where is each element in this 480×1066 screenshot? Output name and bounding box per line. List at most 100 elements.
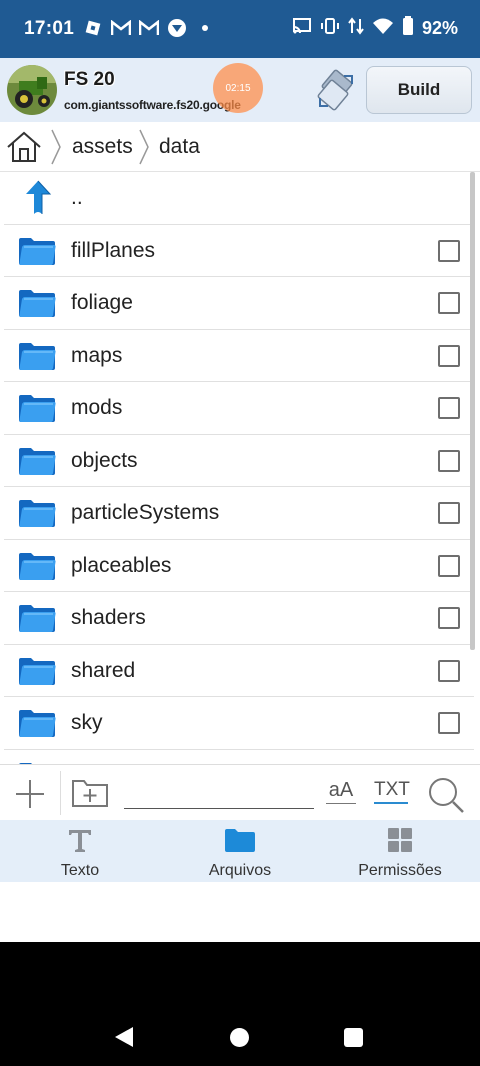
tab-permissoes[interactable]: Permissões: [320, 820, 480, 882]
battery-icon: [402, 16, 414, 41]
folder-row[interactable]: objects: [4, 435, 474, 487]
up-arrow-icon: [26, 180, 52, 214]
notification-icons: [82, 18, 216, 38]
folder-row[interactable]: placeables: [4, 540, 474, 592]
folder-icon: [19, 500, 56, 527]
search-icon: [429, 778, 464, 813]
system-icons: 92%: [292, 16, 458, 41]
font-size-toggle[interactable]: aA: [326, 779, 356, 804]
empty-area: [0, 882, 480, 942]
select-checkbox[interactable]: [438, 397, 460, 419]
plus-icon: [16, 780, 44, 808]
txt-filter-toggle[interactable]: TXT: [374, 779, 410, 804]
folder-row[interactable]: shaders: [4, 592, 474, 645]
breadcrumb-item-assets[interactable]: assets: [72, 135, 133, 159]
app-name: FS 20: [64, 69, 115, 90]
select-checkbox[interactable]: [438, 554, 460, 577]
toolbar-divider: [60, 771, 61, 815]
breadcrumb: assets data: [0, 122, 480, 172]
search-button[interactable]: [426, 775, 466, 815]
gmail-icon: [138, 18, 160, 38]
folder-row[interactable]: sky: [4, 697, 474, 750]
tab-label: Texto: [60, 862, 100, 879]
folder-name: mods: [71, 396, 123, 419]
app-avatar[interactable]: [7, 65, 57, 115]
filter-input[interactable]: [124, 783, 314, 809]
select-checkbox[interactable]: [438, 659, 460, 682]
parent-directory-row[interactable]: ..: [4, 172, 474, 225]
select-checkbox[interactable]: [438, 712, 460, 734]
status-time: 17:01: [24, 18, 75, 39]
battery-percent: 92%: [421, 18, 458, 38]
folder-icon: [19, 395, 56, 422]
status-bar: 17:01 92%: [0, 0, 480, 58]
grid-icon: [384, 826, 416, 854]
tab-arquivos[interactable]: Arquivos: [160, 820, 320, 882]
folder-icon: [19, 237, 56, 265]
build-button[interactable]: Build: [366, 66, 472, 114]
swap-button[interactable]: [314, 68, 358, 112]
select-checkbox[interactable]: [438, 449, 460, 472]
folder-icon: [19, 290, 56, 317]
folder-row-partial[interactable]: [4, 750, 474, 764]
folder-icon: [19, 710, 56, 737]
folder-name: sky: [71, 711, 103, 734]
folder-name: shared: [71, 658, 136, 682]
tab-label: Arquivos: [208, 862, 272, 879]
folder-row[interactable]: maps: [4, 330, 474, 382]
select-checkbox[interactable]: [438, 607, 460, 629]
select-checkbox[interactable]: [438, 239, 460, 262]
folder-name: foliage: [71, 291, 133, 314]
folder-row[interactable]: particleSystems: [4, 487, 474, 540]
tab-label: Permissões: [358, 862, 442, 879]
folder-name: fillPlanes: [71, 238, 156, 262]
recents-icon[interactable]: [344, 1028, 363, 1047]
folder-name: maps: [71, 343, 123, 367]
folder-row[interactable]: mods: [4, 382, 474, 435]
folder-icon: [19, 657, 56, 685]
back-icon[interactable]: [114, 1026, 134, 1048]
cast-icon: [292, 17, 312, 40]
select-checkbox[interactable]: [438, 292, 460, 314]
swap-icon: [317, 69, 353, 111]
navigation-bar: [0, 942, 480, 1066]
bottom-toolbar: aA TXT: [0, 764, 480, 820]
select-checkbox[interactable]: [438, 502, 460, 524]
tab-texto[interactable]: Texto: [0, 820, 160, 882]
scrollbar[interactable]: [470, 172, 475, 650]
folder-icon: [19, 605, 56, 632]
parent-label: ..: [71, 186, 83, 209]
breadcrumb-item-data[interactable]: data: [159, 135, 200, 159]
folder-row[interactable]: shared: [4, 645, 474, 697]
file-list[interactable]: .. fillPlanes foliage maps mods objects parti…: [0, 172, 480, 764]
home-nav-icon[interactable]: [230, 1028, 249, 1047]
data-arrows-icon: [348, 17, 364, 40]
wifi-icon: [372, 17, 394, 40]
home-button[interactable]: [6, 131, 42, 163]
add-button[interactable]: [10, 777, 50, 811]
folder-row[interactable]: fillPlanes: [4, 225, 474, 277]
breadcrumb-separator: [139, 129, 149, 165]
vibrate-icon: [320, 17, 340, 40]
folder-row[interactable]: foliage: [4, 277, 474, 330]
select-checkbox[interactable]: [438, 344, 460, 367]
breadcrumb-separator: [51, 129, 61, 165]
new-folder-icon: [72, 780, 108, 807]
folder-name: placeables: [71, 553, 172, 577]
dot-icon: [194, 18, 216, 38]
folder-icon: [19, 447, 56, 475]
folder-icon: [19, 552, 56, 580]
recording-time: 02:15: [225, 82, 251, 94]
folder-icon: [19, 342, 56, 370]
folder-name: shaders: [71, 606, 146, 629]
folder-icon: [224, 826, 256, 854]
folder-name: particleSystems: [71, 501, 220, 524]
roblox-icon: [82, 18, 104, 38]
gmail-icon: [110, 18, 132, 38]
home-icon: [7, 131, 41, 162]
recording-badge[interactable]: 02:15: [213, 63, 263, 113]
folder-name: objects: [71, 448, 138, 472]
app-package: com.giantssoftware.fs20.google: [64, 98, 241, 112]
app-header: FS 20 com.giantssoftware.fs20.google 02:…: [0, 58, 480, 122]
new-folder-button[interactable]: [70, 775, 110, 809]
